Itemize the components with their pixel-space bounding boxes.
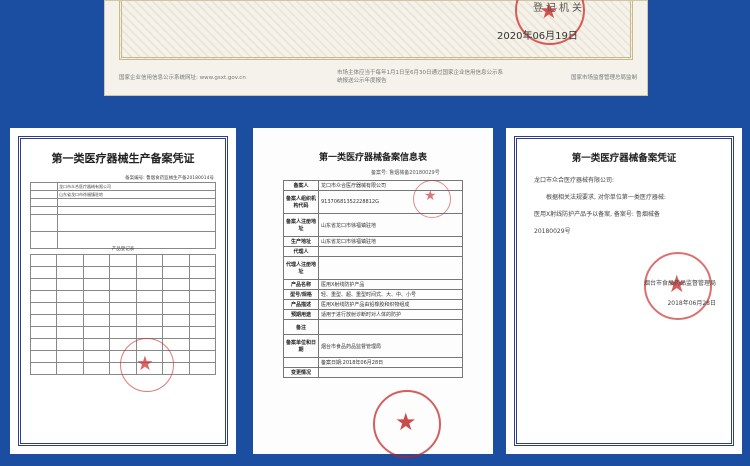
row-label: 备案人组织机构代码 <box>283 190 319 214</box>
table-row: 备案日期:2018年06月28日 <box>283 357 463 368</box>
official-seal: ★ <box>373 390 441 458</box>
row-label: 备案人 <box>283 180 319 191</box>
body-line: 根据相关法规要求, 对你单位第一类医疗器械: <box>546 194 666 201</box>
record-number: 备案号: 鲁烟械备20180029号 <box>371 170 440 176</box>
issue-date: 2018年06月28日 <box>667 300 716 307</box>
table-row: 预期用途 适用于进行放射诊断时对人体的防护 <box>283 309 463 320</box>
star-icon: ★ <box>136 351 154 375</box>
table-row: 备案单位和日期 烟台市食品药品监督管理局 <box>283 334 463 358</box>
row-label: 代理人 <box>283 246 319 257</box>
row-label: 备案单位和日期 <box>283 334 319 358</box>
table-row: 代理人 <box>283 246 463 257</box>
footer-website: 国家企业信用信息公示系统网址: www.gsxt.gov.cn <box>119 75 246 81</box>
row-value: 医用X射线防护产品 <box>318 279 463 290</box>
issuing-bureau: 烟台市食品药品监督管理局 <box>643 280 716 287</box>
table-row: 备注 <box>283 319 463 335</box>
row-value: 轻、重型、超、重型时间式、大、中、小号 <box>318 289 463 300</box>
row-label: 代理人注册地址 <box>283 256 319 280</box>
official-seal: ★ <box>120 338 174 392</box>
table-row: 变更情况 <box>283 367 463 378</box>
body-line: 20180029号 <box>534 228 571 235</box>
row-value <box>318 319 463 335</box>
certificate-title: 第一类医疗器械生产备案凭证 <box>51 152 195 165</box>
company-seal: ★ <box>413 180 451 218</box>
row-label: 备注 <box>283 319 319 335</box>
company-info-table: 龙口市众合医疗器械有限公司 山东省龙口市徐福镇驻地 <box>30 182 216 249</box>
row-value <box>318 246 463 257</box>
row-value: 备案日期:2018年06月28日 <box>318 357 463 368</box>
row-label: 生产地址 <box>283 236 319 247</box>
row-label: 产品名称 <box>283 279 319 290</box>
record-certificate: 第一类医疗器械备案凭证 龙口市众合医疗器械有限公司: 根据相关法规要求, 对你单… <box>506 128 742 454</box>
business-license-certificate: ★ 登记机关 2020年06月19日 国家企业信用信息公示系统网址: www.g… <box>104 0 648 96</box>
star-icon: ★ <box>424 188 437 204</box>
record-number: 备案编号: 鲁烟食药监械生产备20180014号 <box>125 176 214 181</box>
sheet-title: 第一类医疗器械备案信息表 <box>318 153 427 163</box>
company-address: 山东省龙口市徐福镇驻地 <box>57 190 216 199</box>
body-line: 医用X射线防护产品予以备案, 备案号: 鲁烟械备 <box>534 211 660 218</box>
company-name: 龙口市众合医疗器械有限公司 <box>57 182 216 191</box>
record-information-sheet: 第一类医疗器械备案信息表 备案号: 鲁烟械备20180029号 备案人 龙口市众合… <box>253 128 493 458</box>
row-value: 适用于进行放射诊断时对人体的防护 <box>318 309 463 320</box>
row-label: 预期用途 <box>283 309 319 320</box>
row-label: 备案人注册地址 <box>283 213 319 237</box>
table-row: 产品描述 医用X射线防护产品由铅橡胶和织物组成 <box>283 299 463 310</box>
addressee: 龙口市众合医疗器械有限公司: <box>534 177 615 184</box>
row-label: 产品描述 <box>283 299 319 310</box>
row-value: 山东省龙口市徐福镇驻地 <box>318 213 463 237</box>
table-row: 代理人注册地址 <box>283 256 463 280</box>
table-row: 型号/规格 轻、重型、超、重型时间式、大、中、小号 <box>283 289 463 300</box>
row-value: 医用X射线防护产品由铅橡胶和织物组成 <box>318 299 463 310</box>
star-icon: ★ <box>395 408 417 436</box>
table-row: 产品名称 医用X射线防护产品 <box>283 279 463 290</box>
row-label: 型号/规格 <box>283 289 319 300</box>
registration-authority: 登记机关 <box>533 3 585 14</box>
row-value <box>318 256 463 280</box>
row-label: 变更情况 <box>283 367 319 378</box>
table-row: 生产地址 山东省龙口市徐福镇驻地 <box>283 236 463 247</box>
issue-date: 2020年06月19日 <box>497 31 578 42</box>
footer-issuer: 国家市场监督管理总局监制 <box>570 75 637 81</box>
certificate-title: 第一类医疗器械备案凭证 <box>571 153 677 164</box>
row-value: 烟台市食品药品监督管理局 <box>318 334 463 358</box>
footer-notice: 市场主体应当于每年1月1日至6月30日通过国家企业信用信息公示系统报送公示年度报… <box>337 70 503 84</box>
row-value: 山东省龙口市徐福镇驻地 <box>318 236 463 247</box>
row-value <box>318 367 463 378</box>
certificate-body: 龙口市众合医疗器械有限公司: 根据相关法规要求, 对你单位第一类医疗器械: 医用… <box>534 172 718 240</box>
production-record-certificate: 第一类医疗器械生产备案凭证 备案编号: 鲁烟食药监械生产备20180014号 龙… <box>10 128 236 454</box>
row-label <box>283 357 319 368</box>
product-section-label: 产品登记表 <box>111 247 135 252</box>
